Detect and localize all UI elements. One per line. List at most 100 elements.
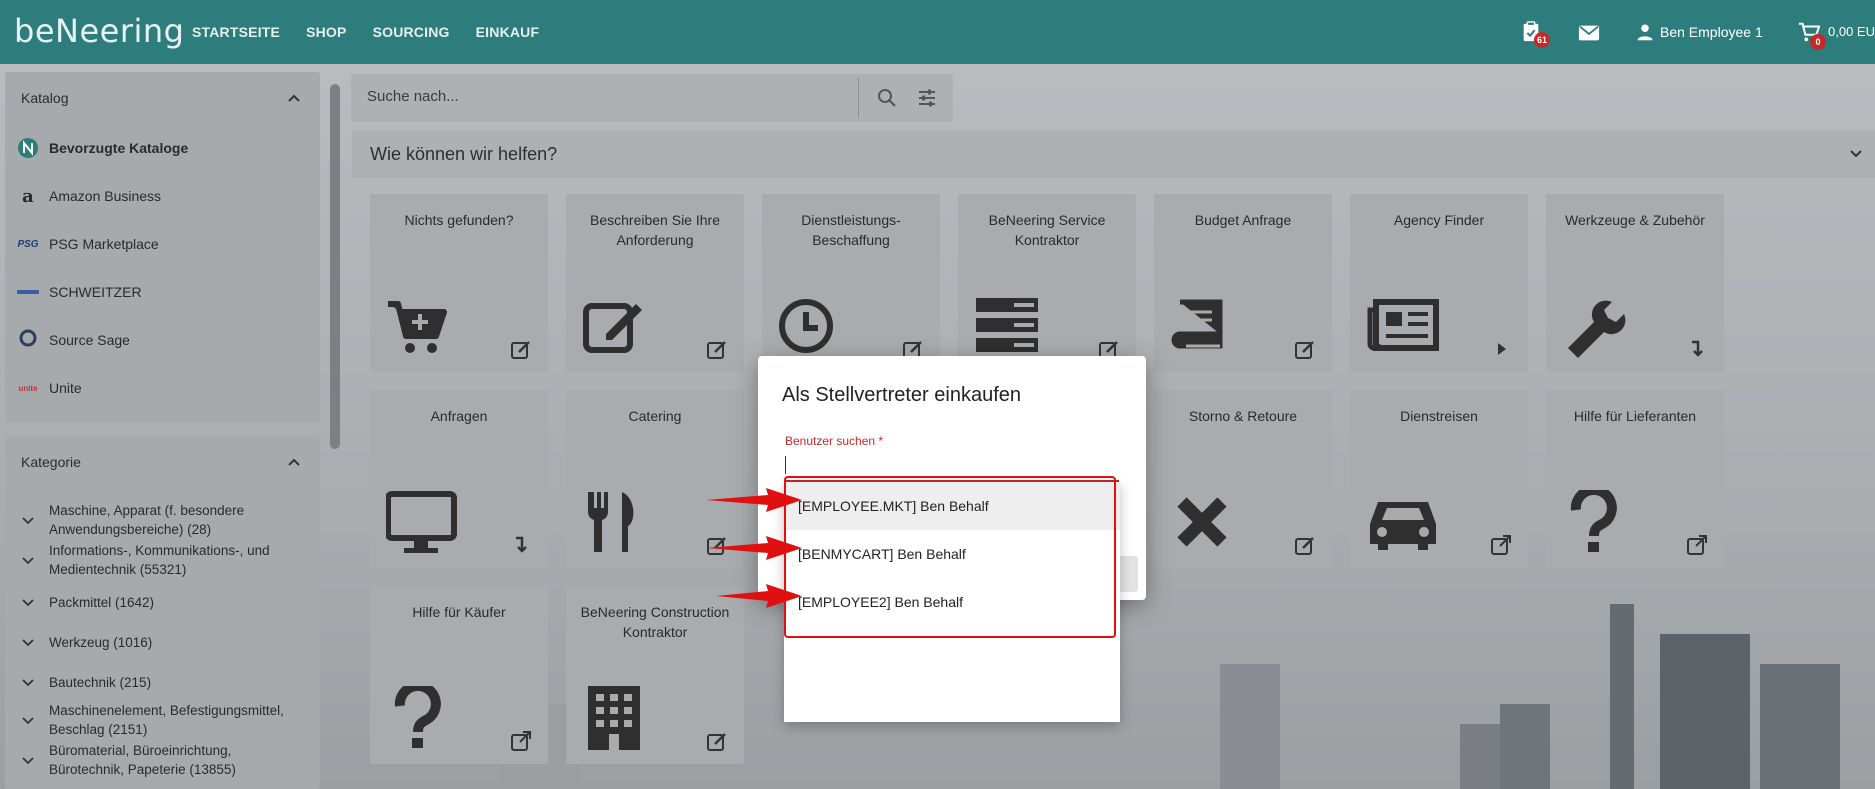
tasks-button[interactable]: 61 — [1518, 0, 1550, 64]
catalog-label: PSG Marketplace — [49, 236, 159, 252]
tile-dienstreisen[interactable]: Dienstreisen — [1350, 390, 1528, 568]
catalog-item-bevorzugte[interactable]: Bevorzugte Kataloge — [5, 124, 320, 172]
catalog-label: Bevorzugte Kataloge — [49, 140, 189, 156]
katalog-panel: Katalog Bevorzugte Kataloge a Amazon Bus… — [5, 72, 320, 422]
tile-storno-retoure[interactable]: Storno & Retoure — [1154, 390, 1332, 568]
cart-button[interactable]: 0 0,00 EU — [1798, 0, 1875, 64]
edit-icon[interactable] — [510, 338, 532, 360]
tile-dienstleistung[interactable]: Dienstleistungs-Beschaffung — [762, 194, 940, 372]
building — [1660, 634, 1750, 789]
newspaper-icon — [1367, 299, 1439, 351]
wrench-icon — [1568, 300, 1626, 358]
category-item[interactable]: Büromaterial, Büroeinrichtung, Bürotechn… — [5, 740, 309, 780]
category-item[interactable]: Informations-, Kommunikations-, und Medi… — [5, 540, 309, 580]
building — [1500, 704, 1550, 789]
nav-shop[interactable]: SHOP — [306, 24, 346, 40]
annotation-arrow — [716, 584, 802, 608]
question-icon — [1570, 490, 1617, 552]
tile-title: Anfragen — [430, 408, 488, 424]
arrow-down-icon[interactable] — [1686, 338, 1708, 360]
category-item[interactable]: Maschinenelement, Befestigungsmittel, Be… — [5, 700, 309, 740]
tile-beschreiben[interactable]: Beschreiben Sie Ihre Anforderung — [566, 194, 744, 372]
search-divider — [858, 78, 859, 118]
catalog-label: Amazon Business — [49, 188, 162, 204]
tile-nichts-gefunden[interactable]: Nichts gefunden? — [370, 194, 548, 372]
edit-icon[interactable] — [706, 730, 728, 752]
question-icon — [394, 686, 441, 748]
main-nav: STARTSEITE SHOP SOURCING EINKAUF — [192, 0, 565, 64]
building — [1220, 664, 1280, 789]
help-accordion[interactable]: Wie können wir helfen? — [352, 130, 1875, 178]
user-menu[interactable]: Ben Employee 1 — [1634, 0, 1764, 64]
catalog-label: Unite — [49, 380, 82, 396]
sidebar-scrollbar[interactable] — [330, 84, 340, 449]
filter-sliders-icon[interactable] — [917, 88, 937, 108]
category-label: Werkzeug (1016) — [49, 634, 153, 650]
tile-hilfe-lieferanten[interactable]: Hilfe für Lieferanten — [1546, 390, 1724, 568]
app-logo[interactable]: beNeering — [14, 12, 184, 50]
catalog-item-psg[interactable]: PSG PSG Marketplace — [5, 220, 320, 268]
nav-startseite[interactable]: STARTSEITE — [192, 24, 280, 40]
tile-construction-kontraktor[interactable]: BeNeering Construction Kontraktor — [566, 586, 744, 764]
chevron-down-icon — [22, 557, 34, 565]
source-sage-logo-icon — [17, 329, 39, 351]
person-icon — [1637, 24, 1653, 41]
chevron-up-icon[interactable] — [288, 92, 300, 104]
category-item[interactable]: Packmittel (1642) — [5, 584, 154, 620]
katalog-header[interactable]: Katalog — [5, 72, 320, 124]
search-input[interactable]: Suche nach... — [367, 88, 459, 105]
catalog-item-amazon[interactable]: a Amazon Business — [5, 172, 320, 220]
catalog-item-schweitzer[interactable]: SCHWEITZER — [5, 268, 320, 316]
edit-icon[interactable] — [706, 338, 728, 360]
tile-werkzeuge[interactable]: Werkzeuge & Zubehör — [1546, 194, 1724, 372]
nav-einkauf[interactable]: EINKAUF — [476, 24, 540, 40]
tile-title: Agency Finder — [1393, 212, 1485, 228]
annotation-highlight-box — [784, 476, 1116, 638]
category-label: Büromaterial, Büroeinrichtung, Bürotechn… — [49, 743, 236, 777]
tasks-badge: 61 — [1534, 32, 1550, 48]
tile-title: BeNeering Construction Kontraktor — [580, 604, 730, 640]
nav-sourcing[interactable]: SOURCING — [373, 24, 450, 40]
arrow-down-icon[interactable] — [510, 534, 532, 556]
category-item[interactable]: Maschine, Apparat (f. besondere Anwendun… — [5, 500, 309, 540]
help-title: Wie können wir helfen? — [370, 144, 558, 164]
chevron-down-icon[interactable] — [1849, 147, 1863, 161]
tile-budget-anfrage[interactable]: Budget Anfrage — [1154, 194, 1332, 372]
kategorie-header[interactable]: Kategorie — [5, 436, 320, 488]
category-item[interactable]: Werkzeug (1016) — [5, 624, 152, 660]
server-icon — [976, 298, 1038, 352]
required-mark: * — [878, 434, 884, 448]
external-link-icon[interactable] — [1686, 534, 1708, 556]
building — [1760, 664, 1840, 789]
play-icon[interactable] — [1490, 338, 1512, 360]
edit-icon[interactable] — [1294, 534, 1316, 556]
beneering-logo-icon — [17, 137, 39, 159]
mail-button[interactable] — [1575, 0, 1605, 64]
category-label: Maschinenelement, Befestigungsmittel, Be… — [49, 703, 284, 737]
tile-title: Nichts gefunden? — [404, 212, 514, 228]
catalog-label: SCHWEITZER — [49, 284, 142, 300]
category-label: Bautechnik (215) — [49, 674, 152, 690]
text-caret — [785, 456, 786, 474]
clock-icon — [779, 299, 833, 353]
book-icon — [1171, 299, 1223, 349]
dialog-title: Als Stellvertreter einkaufen — [782, 384, 1022, 406]
sidebar: Katalog Bevorzugte Kataloge a Amazon Bus… — [5, 72, 320, 789]
chevron-up-icon[interactable] — [288, 456, 300, 468]
tile-hilfe-kaeufer[interactable]: Hilfe für Käufer — [370, 586, 548, 764]
edit-icon[interactable] — [1294, 338, 1316, 360]
category-item[interactable]: Bautechnik (215) — [5, 664, 151, 700]
catalog-item-unite[interactable]: unite Unite — [5, 364, 320, 412]
catalog-item-source-sage[interactable]: Source Sage — [5, 316, 320, 364]
tile-title: Storno & Retoure — [1188, 408, 1298, 424]
category-label: Packmittel (1642) — [49, 594, 155, 610]
external-link-icon[interactable] — [510, 730, 532, 752]
external-link-icon[interactable] — [1490, 534, 1512, 556]
user-search-label: Benutzer suchen * — [785, 434, 883, 448]
tile-agency-finder[interactable]: Agency Finder — [1350, 194, 1528, 372]
tile-anfragen[interactable]: Anfragen — [370, 390, 548, 568]
chevron-down-icon — [22, 639, 34, 647]
tile-service-kontraktor[interactable]: BeNeering Service Kontraktor — [958, 194, 1136, 372]
cart-plus-icon — [388, 301, 447, 353]
search-icon[interactable] — [877, 88, 897, 108]
